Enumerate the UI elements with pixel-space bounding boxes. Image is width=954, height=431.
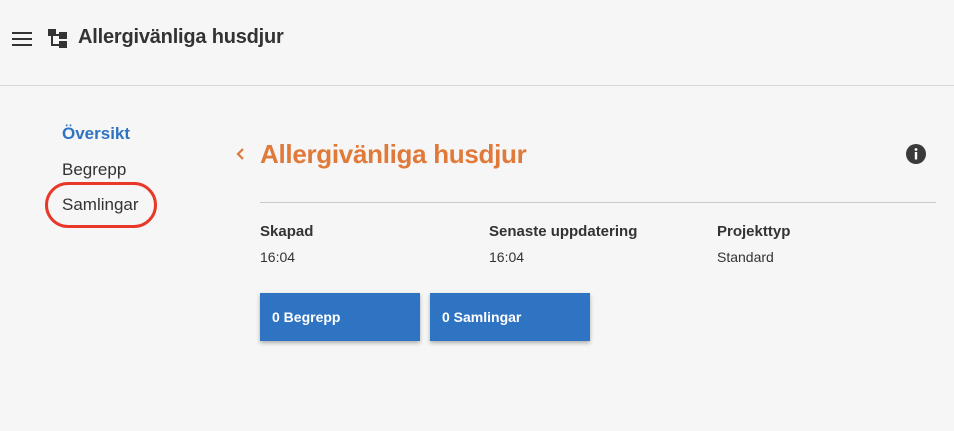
meta-label-skapad: Skapad xyxy=(260,223,314,240)
begrepp-count-button[interactable]: 0 Begrepp xyxy=(260,293,420,341)
divider xyxy=(260,202,936,203)
meta-value-skapad: 16:04 xyxy=(260,249,296,265)
sidebar-item-oversikt[interactable]: Översikt xyxy=(62,124,130,144)
top-bar: Allergivänliga husdjur xyxy=(0,0,954,86)
hierarchy-icon xyxy=(48,29,67,48)
sidebar-item-samlingar[interactable]: Samlingar xyxy=(62,195,139,215)
sidebar-item-begrepp[interactable]: Begrepp xyxy=(62,160,126,180)
page-title: Allergivänliga husdjur xyxy=(260,139,527,169)
app-title: Allergivänliga husdjur xyxy=(78,26,284,48)
meta-value-senaste-uppdatering: 16:04 xyxy=(489,249,525,265)
samlingar-count-button[interactable]: 0 Samlingar xyxy=(430,293,590,341)
meta-label-projekttyp: Projekttyp xyxy=(717,223,791,240)
hamburger-icon[interactable] xyxy=(12,32,32,46)
info-icon[interactable] xyxy=(906,144,926,164)
meta-value-projekttyp: Standard xyxy=(717,249,774,265)
chevron-left-icon[interactable] xyxy=(233,144,247,164)
meta-label-senaste-uppdatering: Senaste uppdatering xyxy=(489,223,638,240)
